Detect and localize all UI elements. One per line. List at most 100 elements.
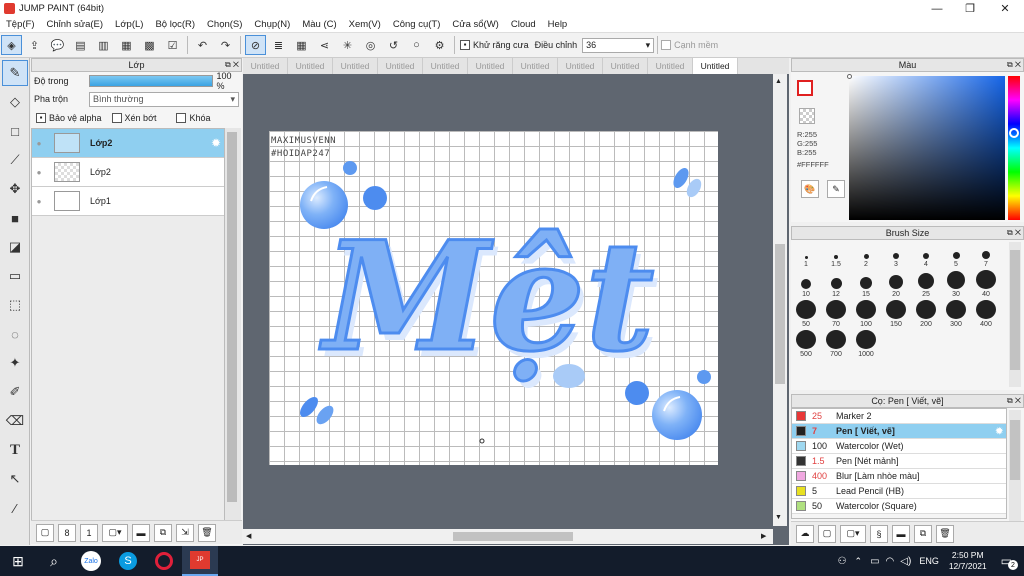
add-brush-dropdown-icon[interactable]: ▢▾ (840, 524, 866, 543)
layer-scrollbar[interactable] (225, 128, 241, 543)
brush-size-option[interactable]: 700 (821, 330, 851, 358)
language-indicator[interactable]: ENG (919, 556, 939, 566)
new-brush-icon[interactable]: ▢ (818, 524, 836, 543)
brush-list-scroll-thumb[interactable] (1010, 420, 1020, 480)
folder-icon[interactable]: ▬ (132, 523, 150, 542)
protect-alpha-toggle[interactable]: ▪ Bảo vệ alpha (36, 113, 102, 123)
soft-edge-toggle[interactable]: Cạnh mềm (661, 40, 718, 50)
brush-size-option[interactable]: 30 (941, 270, 971, 298)
brush-size-option[interactable]: 150 (881, 300, 911, 328)
redo-icon[interactable]: ↷ (215, 35, 236, 55)
merge-icon[interactable]: ⇲ (176, 523, 194, 542)
rectangle-tool-icon[interactable]: □ (2, 118, 28, 144)
color-picker-cursor[interactable] (847, 74, 852, 79)
blend-mode-dropdown[interactable]: Bình thường ▾ (89, 91, 239, 107)
brush-size-option[interactable]: 20 (881, 270, 911, 298)
brush-size-option[interactable]: 70 (821, 300, 851, 328)
foreground-color-swatch[interactable] (797, 80, 813, 96)
adjust-dropdown[interactable]: 36 ▾ (582, 37, 655, 53)
hue-slider[interactable] (1008, 76, 1020, 220)
palette-edit-icon[interactable]: ✎ (827, 180, 845, 198)
brush-size-option[interactable]: 300 (941, 300, 971, 328)
concentric-icon[interactable]: ◎ (360, 35, 381, 55)
magic-wand-tool-icon[interactable]: ✦ (2, 350, 28, 376)
lasso-tool-icon[interactable]: ◌ (2, 321, 28, 347)
zalo-app-icon[interactable]: Zalo (72, 546, 110, 576)
brush-size-option[interactable]: 1000 (851, 330, 881, 358)
bucket-tool-icon[interactable]: ◪ (2, 234, 28, 260)
eyedropper-tool-icon[interactable]: ⁄ (2, 495, 28, 521)
menu-view[interactable]: Xem(V) (343, 19, 387, 30)
brush-item-selected[interactable]: 7 Pen [ Viết, vẽ] ✹ (792, 424, 1006, 439)
antialias-toggle[interactable]: ▪ Khử răng cưa (460, 40, 529, 50)
select-pen-tool-icon[interactable]: ✐ (2, 379, 28, 405)
tab-untitled[interactable]: Untitled (423, 58, 468, 74)
vertical-scroll-thumb[interactable] (775, 244, 785, 384)
tab-untitled[interactable]: Untitled (648, 58, 693, 74)
brush-size-option[interactable]: 100 (851, 300, 881, 328)
menu-layer[interactable]: Lớp(L) (109, 19, 149, 30)
brush-size-scrollbar[interactable] (1009, 242, 1021, 387)
palette-icon[interactable]: 🎨 (801, 180, 819, 198)
lock-toggle[interactable]: Khóa (176, 113, 211, 123)
comment-icon[interactable]: 💬 (47, 35, 68, 55)
brush-size-option[interactable]: 40 (971, 270, 1001, 298)
circle-snap-icon[interactable]: ○ (406, 35, 427, 55)
brush-list-scrollbar[interactable] (1009, 410, 1021, 521)
cloud-brush-icon[interactable]: ☁ (796, 524, 814, 543)
brush-item[interactable]: 5 Lead Pencil (HB) (792, 484, 1006, 499)
scroll-left-icon[interactable]: ◀ (246, 532, 251, 540)
scroll-up-icon[interactable]: ▲ (775, 78, 782, 85)
wifi-icon[interactable]: ◠ (886, 556, 895, 567)
brush-size-option[interactable]: 5 (941, 242, 971, 268)
brush-tool-icon[interactable]: ✎ (2, 60, 28, 86)
delete-brush-icon[interactable]: 🗑 (936, 524, 954, 543)
brush-item[interactable]: 100 Watercolor (Wet) (792, 439, 1006, 454)
tab-untitled[interactable]: Untitled (513, 58, 558, 74)
brush-item[interactable]: 1.5 Pen [Nét mảnh] (792, 454, 1006, 469)
panel-close-icon[interactable]: ⧉ ✕ (1007, 228, 1021, 238)
parallel-lines-icon[interactable]: ≣ (268, 35, 289, 55)
new-layer-1bit-icon[interactable]: 1 (80, 523, 98, 542)
brush-size-option[interactable]: 15 (851, 270, 881, 298)
gradient-tool-icon[interactable]: ▭ (2, 263, 28, 289)
saturation-value-picker[interactable] (849, 76, 1005, 220)
volume-icon[interactable]: ◁) (900, 556, 911, 567)
lock-checkbox[interactable] (176, 113, 187, 123)
brush-size-option[interactable]: 1.5 (821, 242, 851, 268)
skype-app-icon[interactable]: S (110, 546, 146, 576)
brush-size-scroll-thumb[interactable] (1010, 250, 1020, 370)
chevron-up-icon[interactable]: ⌃ (855, 556, 863, 567)
menu-edit[interactable]: Chỉnh sửa(E) (41, 19, 110, 30)
horizontal-scroll-thumb[interactable] (453, 532, 573, 541)
message-icon[interactable]: ▤ (70, 35, 91, 55)
layer-row[interactable]: ● Lớp1 (32, 187, 224, 216)
operation-tool-icon[interactable]: ↖ (2, 466, 28, 492)
menu-help[interactable]: Help (542, 19, 574, 30)
new-layer-8bit-icon[interactable]: 8 (58, 523, 76, 542)
notifications-icon[interactable]: ▭ 2 (1001, 554, 1018, 570)
hue-slider-handle[interactable] (1009, 128, 1019, 138)
visibility-icon[interactable]: ● (32, 197, 46, 206)
menu-file[interactable]: Tệp(F) (0, 19, 41, 30)
panel-close-icon[interactable]: ⧉ ✕ (225, 60, 239, 70)
delete-layer-icon[interactable]: 🗑 (198, 523, 216, 542)
cloud-sync-icon[interactable]: ◈ (1, 35, 22, 55)
tab-untitled[interactable]: Untitled (243, 58, 288, 74)
brush-size-option[interactable]: 12 (821, 270, 851, 298)
menu-filter[interactable]: Bộ lọc(R) (149, 19, 201, 30)
protect-alpha-checkbox[interactable]: ▪ (36, 113, 46, 123)
text-tool-icon[interactable]: T (2, 437, 28, 463)
perspective-icon[interactable]: ⋖ (314, 35, 335, 55)
brush-item[interactable]: 50 Watercolor (Square) (792, 499, 1006, 514)
canvas-horizontal-scrollbar[interactable]: ◀ ▶ (243, 529, 773, 544)
visibility-icon[interactable]: ● (32, 168, 46, 177)
opacity-slider[interactable] (88, 75, 213, 87)
close-button[interactable]: ✕ (988, 0, 1022, 17)
clock[interactable]: 2:50 PM 12/7/2021 (949, 550, 987, 572)
scroll-right-icon[interactable]: ▶ (761, 532, 766, 540)
tab-untitled[interactable]: Untitled (288, 58, 333, 74)
scroll-down-icon[interactable]: ▼ (775, 514, 782, 521)
menu-capture[interactable]: Chụp(N) (248, 19, 296, 30)
brush-size-option[interactable]: 10 (791, 270, 821, 298)
